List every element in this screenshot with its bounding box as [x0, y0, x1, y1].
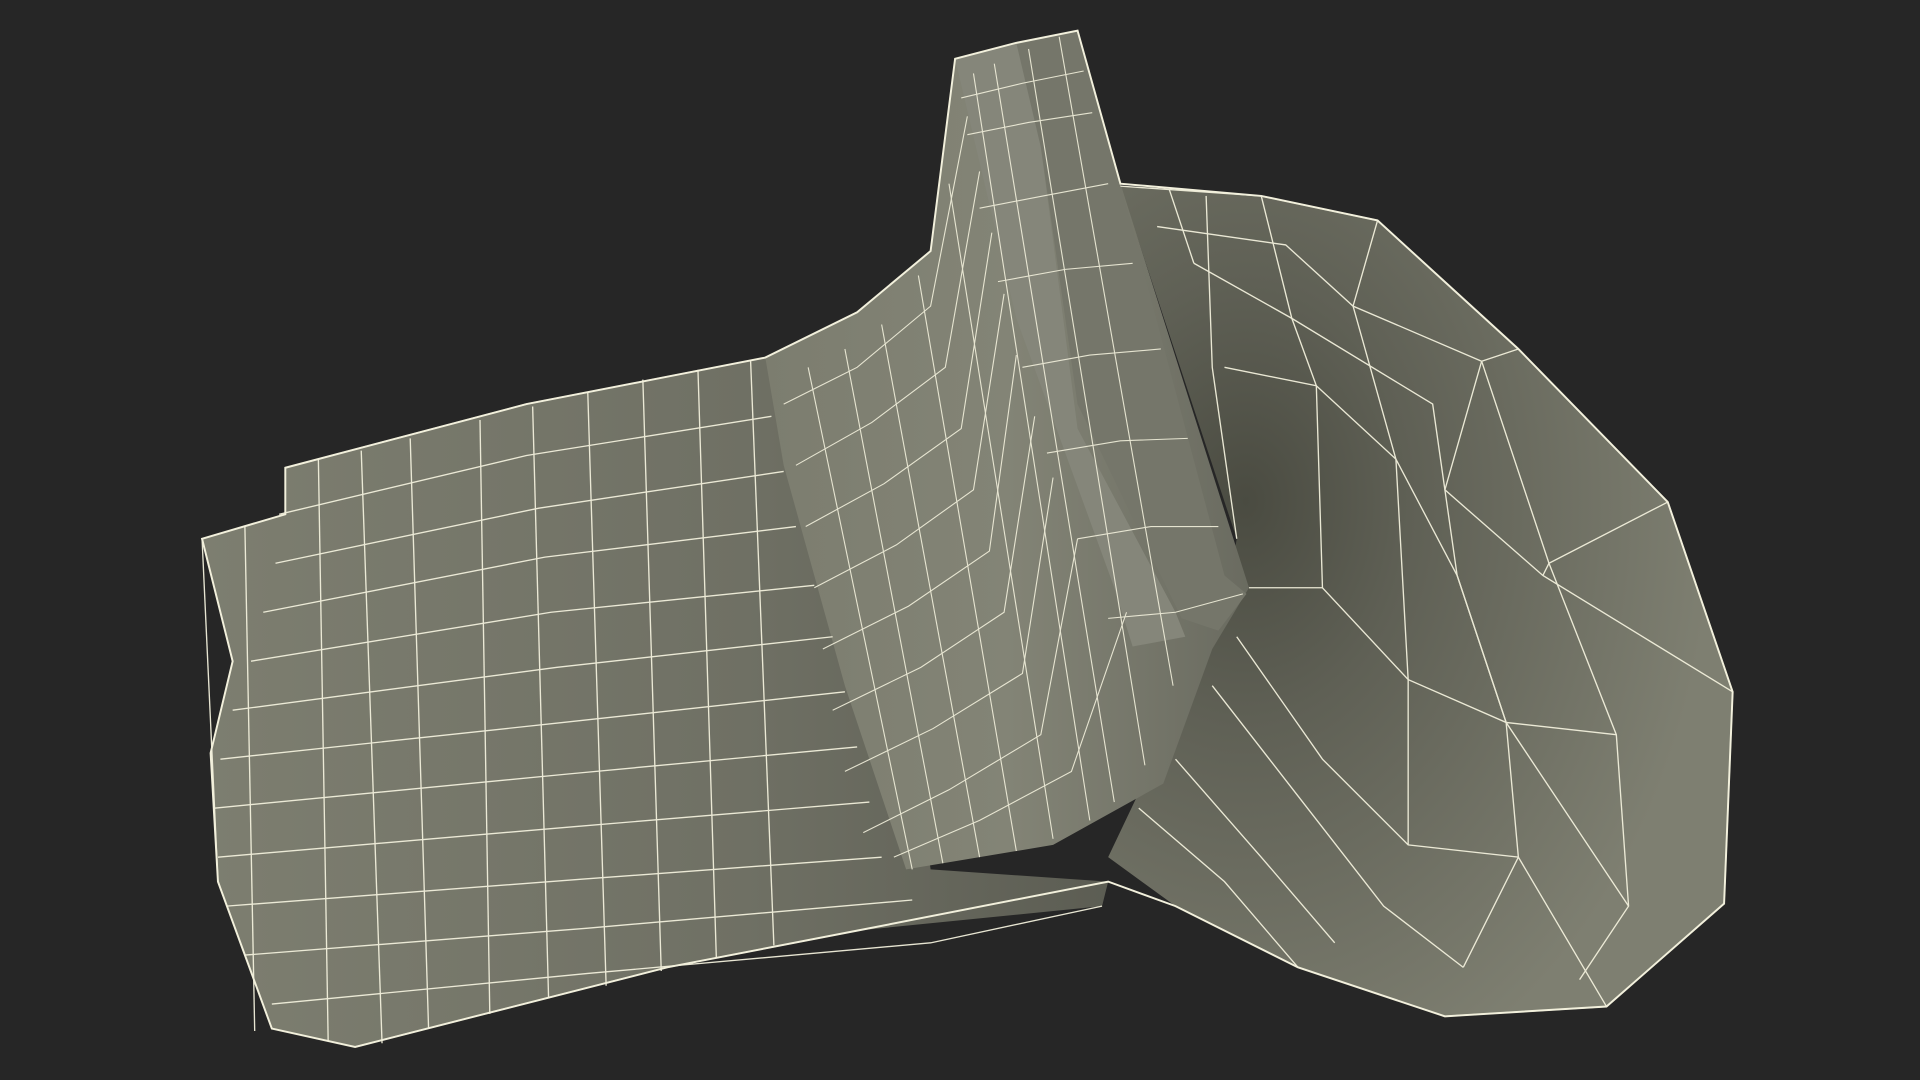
render-viewport: [0, 0, 1920, 1080]
mesh-render: [200, 29, 1734, 1048]
